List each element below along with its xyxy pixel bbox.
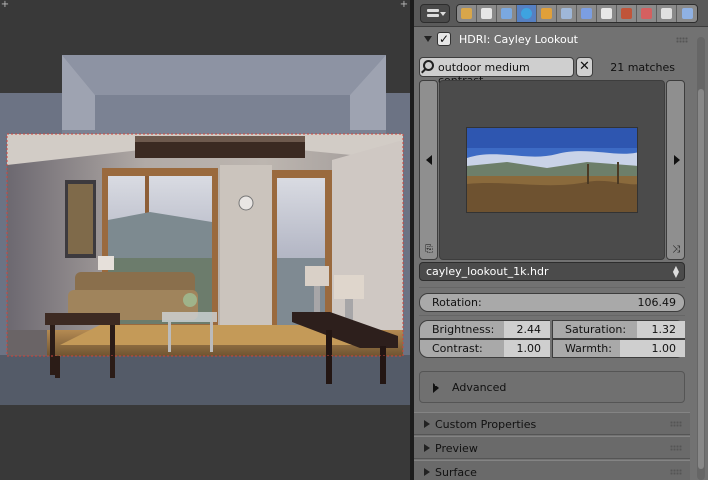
tab-object[interactable] [537, 5, 557, 22]
hdri-panel-title: HDRI: Cayley Lookout [459, 33, 578, 46]
arrow-right-icon [674, 155, 680, 165]
object-icon [541, 8, 552, 19]
3d-viewport[interactable]: + + [0, 0, 410, 480]
arrow-left-icon [426, 155, 432, 165]
warmth-label: Warmth: [565, 342, 612, 355]
tab-data[interactable] [597, 5, 617, 22]
constraints-icon [561, 8, 572, 19]
collapsed-triangle-icon [424, 444, 430, 452]
hdri-enable-checkbox[interactable]: ✓ [437, 32, 451, 46]
import-icon[interactable]: ⎘ [422, 243, 436, 257]
divider [419, 315, 685, 316]
saturation-label: Saturation: [565, 323, 627, 336]
tab-particles[interactable] [657, 5, 677, 22]
tab-render[interactable] [457, 5, 477, 22]
rotation-label: Rotation: [432, 296, 482, 309]
tab-modifiers[interactable] [577, 5, 597, 22]
shuffle-icon[interactable]: ⤨ [669, 243, 683, 257]
tab-world[interactable] [517, 5, 537, 22]
contrast-slider[interactable]: Contrast: 1.00 [419, 339, 550, 358]
scene-icon [501, 8, 512, 19]
tab-render-layers[interactable] [477, 5, 497, 22]
search-icon [423, 60, 434, 71]
modifiers-icon [581, 8, 592, 19]
properties-header [414, 0, 708, 27]
previous-hdri-button[interactable]: ⎘ [419, 80, 438, 260]
physics-icon [681, 8, 693, 19]
tab-constraints[interactable] [557, 5, 577, 22]
section-label: Surface [435, 466, 477, 479]
properties-editor: ✓ HDRI: Cayley Lookout outdoor medium co… [414, 0, 708, 480]
section-custom-properties[interactable]: Custom Properties [414, 412, 690, 435]
hdri-browser: ⎘ ⤨ [419, 80, 685, 260]
triangle-hollow [435, 382, 439, 386]
contrast-value: 1.00 [516, 342, 542, 355]
section-preview[interactable]: Preview [414, 436, 690, 459]
rotation-value: 106.49 [637, 296, 677, 309]
brightness-slider[interactable]: Brightness: 2.44 [419, 320, 550, 339]
area-split-widget-right[interactable]: + [399, 0, 409, 10]
panel-drag-grip-icon[interactable] [670, 421, 682, 427]
section-surface[interactable]: Surface [414, 460, 690, 480]
search-row: outdoor medium contrast ✕ 21 matches [419, 57, 689, 87]
render-preview-image [7, 134, 403, 384]
search-input[interactable]: outdoor medium contrast [419, 57, 574, 87]
saturation-value: 1.32 [651, 323, 677, 336]
viewport-scene [0, 0, 410, 480]
scrollbar-thumb[interactable] [698, 89, 704, 469]
clear-search-button[interactable]: ✕ [576, 57, 593, 77]
tab-scene[interactable] [497, 5, 517, 22]
brightness-label: Brightness: [432, 323, 495, 336]
divider [419, 287, 685, 288]
hdri-panel-header[interactable]: ✓ HDRI: Cayley Lookout [422, 30, 692, 50]
expand-triangle-icon[interactable] [424, 36, 432, 42]
render-layers-icon [481, 8, 492, 19]
hdri-thumbnail[interactable] [466, 127, 638, 213]
advanced-label: Advanced [452, 381, 507, 394]
hdri-file-name: cayley_lookout_1k.hdr [426, 265, 549, 278]
panel-drag-grip-icon[interactable] [676, 37, 688, 43]
chevron-down-icon [440, 12, 446, 16]
data-icon [601, 8, 612, 19]
hdri-file-dropdown[interactable]: cayley_lookout_1k.hdr ▲ ▼ [419, 262, 685, 281]
brightness-value: 2.44 [516, 323, 542, 336]
material-icon [621, 8, 632, 19]
tab-material[interactable] [617, 5, 637, 22]
rotation-slider[interactable]: Rotation: 106.49 [419, 293, 685, 312]
properties-editor-icon [427, 9, 439, 12]
editor-type-menu[interactable] [420, 4, 450, 23]
warmth-value: 1.00 [651, 342, 677, 355]
saturation-slider[interactable]: Saturation: 1.32 [552, 320, 685, 339]
collapsed-triangle-icon [424, 420, 430, 428]
render-icon [461, 8, 472, 19]
next-hdri-button[interactable]: ⤨ [666, 80, 685, 260]
tab-texture[interactable] [637, 5, 657, 22]
particles-icon [661, 8, 672, 19]
collapsed-triangle-icon [424, 468, 430, 476]
contrast-label: Contrast: [432, 342, 483, 355]
world-icon [521, 8, 532, 19]
section-label: Custom Properties [435, 418, 537, 431]
matches-count: 21 matches [610, 61, 675, 74]
close-icon: ✕ [579, 59, 590, 74]
warmth-slider[interactable]: Warmth: 1.00 [552, 339, 685, 358]
hdri-preview-area[interactable] [439, 80, 665, 260]
properties-scrollbar[interactable] [697, 37, 705, 480]
section-label: Preview [435, 442, 478, 455]
area-split-widget-left[interactable]: + [0, 0, 10, 10]
tab-physics[interactable] [677, 5, 697, 22]
context-tabs [456, 4, 698, 23]
advanced-subpanel[interactable]: Advanced [419, 371, 685, 403]
panel-drag-grip-icon[interactable] [670, 469, 682, 475]
texture-icon [641, 8, 652, 19]
panel-drag-grip-icon[interactable] [670, 445, 682, 451]
up-down-arrows-icon: ▲ ▼ [672, 264, 679, 279]
